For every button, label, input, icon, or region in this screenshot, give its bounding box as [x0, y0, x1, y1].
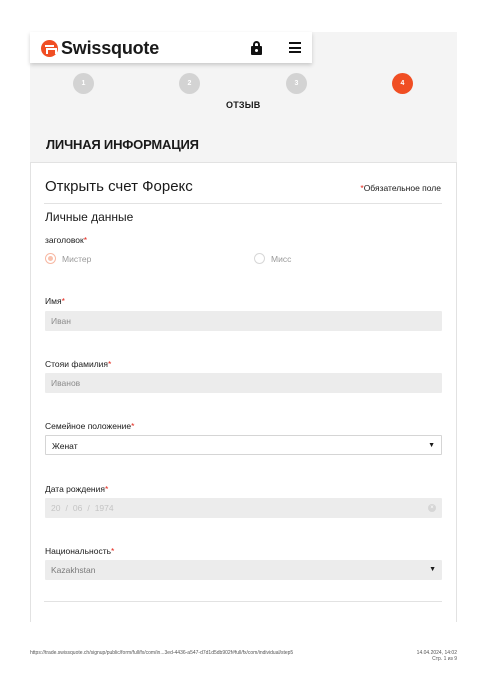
required-field-note: *Обязательное поле — [360, 183, 441, 193]
footer-url: https://trade.swissquote.ch/signup/publi… — [30, 650, 294, 656]
marital-status-label-text: Семейное положение — [45, 421, 132, 431]
salutation-option-miss[interactable]: Мисс — [254, 253, 291, 264]
nationality-value: Kazakhstan — [51, 565, 96, 575]
required-mark: * — [61, 296, 65, 306]
step-4-active[interactable]: 4 — [392, 73, 413, 94]
nationality-label-text: Национальность — [45, 546, 112, 556]
active-step-label: ОТЗЫВ — [226, 100, 261, 110]
birth-year[interactable]: 1974 — [95, 503, 114, 513]
last-name-field[interactable]: Иванов — [45, 373, 442, 393]
date-separator: / — [65, 503, 68, 513]
radio-miss-label: Мисс — [271, 253, 292, 264]
marital-status-select[interactable]: Женат ▼ — [45, 435, 442, 455]
marital-status-label: Семейное положение* — [45, 421, 134, 431]
first-name-field[interactable]: Иван — [45, 311, 442, 331]
first-name-label-text: Имя — [45, 296, 62, 306]
form-title: Открыть счет Форекс — [45, 178, 193, 195]
footer-date: 14.04.2024, 14:02 Стр. 1 из 9 — [417, 650, 457, 662]
progress-steps: 1 2 3 4 ОТЗЫВ — [30, 70, 457, 110]
required-mark: * — [108, 359, 112, 369]
birth-date-field[interactable]: 20 / 06 / 1974 × — [45, 498, 442, 518]
required-mark: * — [104, 484, 109, 494]
lock-icon[interactable] — [251, 41, 262, 55]
top-navigation-bar: Swissquote — [30, 32, 312, 63]
birth-month[interactable]: 06 — [73, 503, 82, 513]
birth-day[interactable]: 20 — [51, 503, 60, 513]
title-divider — [44, 203, 442, 204]
required-mark: * — [131, 421, 135, 431]
footer-page-number: Стр. 1 из 9 — [432, 656, 457, 662]
radio-miss[interactable] — [254, 253, 265, 264]
bottom-divider — [44, 601, 442, 602]
salutation-label-text: заголовок — [45, 235, 84, 245]
step-1[interactable]: 1 — [73, 73, 94, 94]
salutation-label: заголовок* — [45, 235, 87, 245]
step-2[interactable]: 2 — [179, 73, 200, 94]
date-separator: / — [87, 503, 90, 513]
step-3[interactable]: 3 — [286, 73, 307, 94]
required-note-text: Обязательное поле — [363, 183, 441, 193]
marital-status-value: Женат — [52, 441, 78, 451]
chevron-down-icon[interactable]: ▼ — [428, 436, 435, 456]
swissquote-logo[interactable]: Swissquote — [41, 38, 159, 59]
hamburger-menu-icon[interactable] — [289, 42, 301, 53]
nationality-select[interactable]: Kazakhstan ▼ — [45, 560, 442, 580]
nationality-label: Национальность* — [45, 546, 114, 556]
chevron-down-icon[interactable]: ▼ — [429, 560, 436, 580]
required-mark: * — [111, 546, 115, 556]
form-card: Открыть счет Форекс *Обязательное поле Л… — [30, 162, 457, 622]
birth-date-label: Дата рождения* — [45, 484, 108, 494]
section-title: ЛИЧНАЯ ИНФОРМАЦИЯ — [46, 137, 199, 152]
radio-mister-label: Мистер — [62, 253, 92, 264]
personal-data-subtitle: Личные данные — [45, 210, 134, 224]
required-mark: * — [83, 235, 88, 245]
first-name-label: Имя* — [45, 296, 65, 306]
swissquote-logo-icon — [41, 40, 58, 57]
last-name-label: Стояи фамилия* — [45, 359, 111, 369]
radio-mister[interactable] — [45, 253, 56, 264]
clear-icon[interactable]: × — [428, 504, 436, 512]
salutation-option-mister[interactable]: Мистер — [45, 253, 91, 264]
last-name-label-text: Стояи фамилия — [45, 359, 108, 369]
logo-text: Swissquote — [61, 38, 160, 58]
birth-date-label-text: Дата рождения — [45, 484, 105, 494]
